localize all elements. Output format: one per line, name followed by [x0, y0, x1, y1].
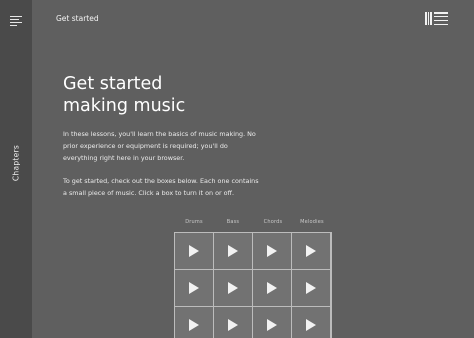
play-icon	[306, 245, 316, 257]
clip-drums-3[interactable]	[175, 307, 213, 338]
page-title-line-2: making music	[63, 96, 186, 116]
menu-icon-line	[10, 22, 22, 24]
page-header-title: Get started	[56, 14, 99, 23]
clip-bass-3[interactable]	[214, 307, 252, 338]
play-icon	[228, 319, 238, 331]
chapters-rail: Chapters	[0, 0, 32, 338]
music-clip-grid	[174, 232, 332, 338]
column-header-melodies: Melodies	[300, 219, 324, 225]
clip-chords-2[interactable]	[253, 270, 291, 306]
menu-icon[interactable]	[10, 14, 22, 27]
clip-bass-1[interactable]	[214, 233, 252, 269]
play-icon	[228, 245, 238, 257]
page-title: Get started making music	[63, 73, 303, 117]
logo-bar	[430, 12, 432, 25]
column-header-drums: Drums	[185, 219, 203, 225]
page-title-line-1: Get started	[63, 74, 163, 94]
clip-drums-2[interactable]	[175, 270, 213, 306]
play-icon	[189, 282, 199, 294]
play-icon	[267, 282, 277, 294]
clip-drums-1[interactable]	[175, 233, 213, 269]
menu-icon-line	[10, 25, 17, 27]
clip-bass-2[interactable]	[214, 270, 252, 306]
play-icon	[228, 282, 238, 294]
instructions-paragraph: To get started, check out the boxes belo…	[63, 177, 259, 197]
logo-bar	[427, 12, 429, 25]
clip-chords-3[interactable]	[253, 307, 291, 338]
menu-icon-line	[10, 19, 19, 21]
clip-melodies-2[interactable]	[292, 270, 330, 306]
logo-line	[434, 12, 448, 14]
logo-line	[434, 19, 448, 22]
column-header-bass: Bass	[226, 219, 240, 225]
ableton-logo-icon[interactable]	[425, 12, 448, 25]
logo-line	[434, 15, 448, 18]
play-icon	[306, 319, 316, 331]
clip-chords-1[interactable]	[253, 233, 291, 269]
play-icon	[189, 245, 199, 257]
play-icon	[267, 319, 277, 331]
chapters-toggle[interactable]: Chapters	[12, 145, 21, 181]
clip-melodies-3[interactable]	[292, 307, 330, 338]
column-header-chords: Chords	[263, 219, 283, 225]
play-icon	[306, 282, 316, 294]
logo-bar	[425, 12, 427, 25]
menu-icon-line	[10, 16, 22, 18]
clip-melodies-1[interactable]	[292, 233, 330, 269]
play-icon	[189, 319, 199, 331]
play-icon	[267, 245, 277, 257]
logo-line	[434, 23, 448, 25]
intro-paragraph: In these lessons, you'll learn the basic…	[63, 130, 256, 162]
